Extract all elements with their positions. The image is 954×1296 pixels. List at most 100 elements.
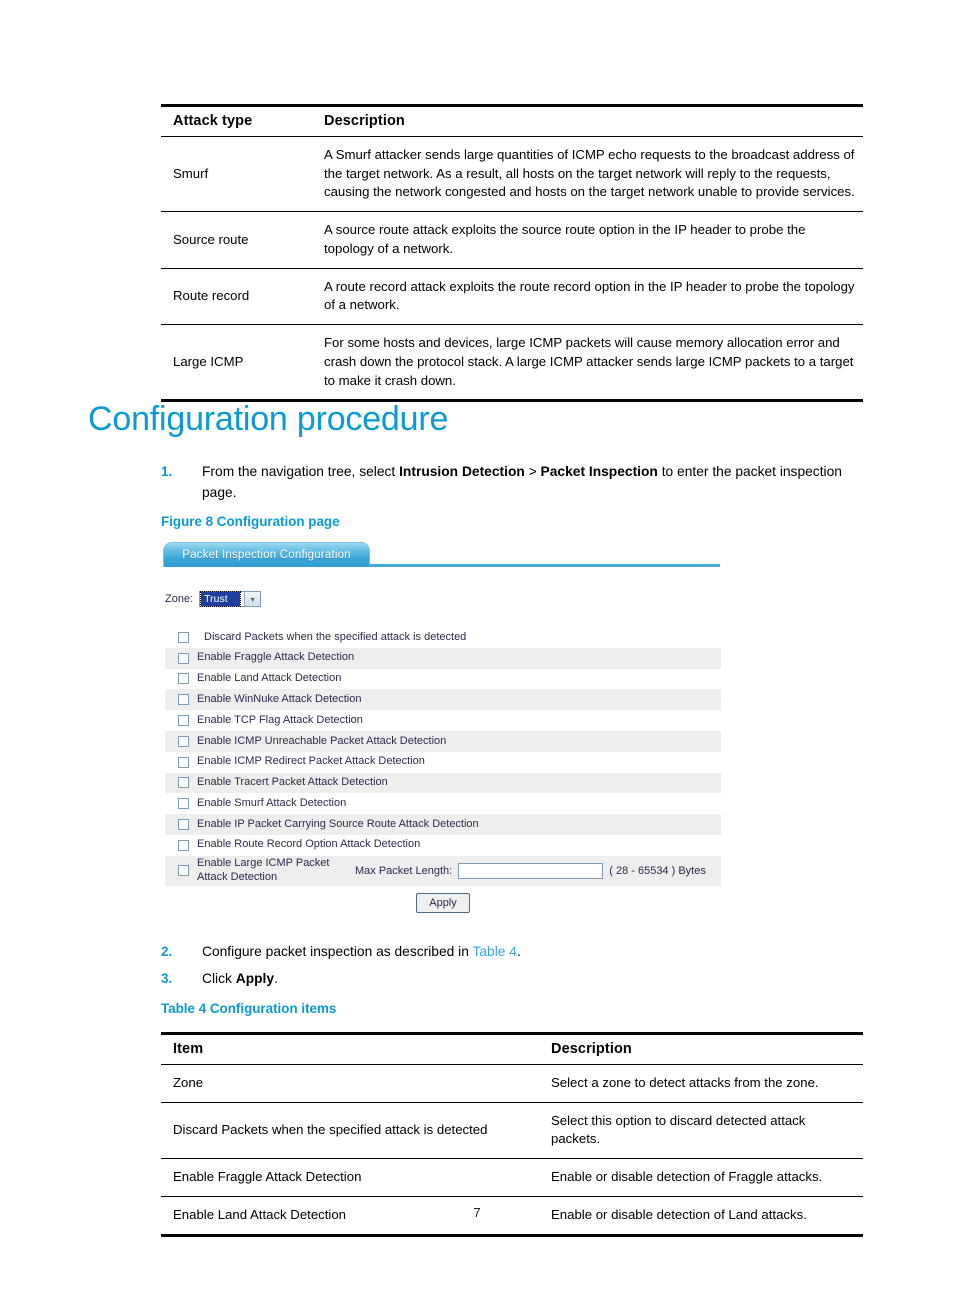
step-1-number: 1.: [161, 464, 173, 479]
cell-attack-type: Smurf: [161, 136, 312, 213]
table-row: Route record A route record attack explo…: [161, 268, 863, 326]
cell-description: A route record attack exploits the route…: [312, 268, 863, 326]
cell-attack-type: Source route: [161, 211, 312, 269]
chevron-down-icon[interactable]: ▾: [244, 592, 261, 606]
step-2-text-pre: Configure packet inspection as described…: [202, 944, 473, 959]
apply-button[interactable]: Apply: [416, 893, 470, 913]
cell-attack-type: Large ICMP: [161, 324, 312, 403]
table-caption: Table 4 Configuration items: [161, 1001, 337, 1016]
column-header-item: Item: [161, 1033, 539, 1065]
option-row-fraggle[interactable]: Enable Fraggle Attack Detection: [165, 647, 721, 669]
max-packet-length-input[interactable]: [458, 862, 604, 879]
page-title: Configuration procedure: [88, 400, 449, 438]
configuration-page-screenshot: Packet Inspection Configuration Zone: Tr…: [163, 541, 763, 921]
max-packet-length-label: Max Packet Length:: [355, 864, 453, 877]
step-1-text: From the navigation tree, select Intrusi…: [202, 462, 851, 504]
step-1-bold-packet-inspection: Packet Inspection: [540, 464, 658, 479]
table-row: Enable Fraggle Attack Detection Enable o…: [161, 1158, 863, 1197]
option-label: Enable Land Attack Detection: [197, 672, 342, 685]
step-3-text: Click Apply.: [202, 969, 851, 990]
checkbox-source-route[interactable]: [178, 819, 189, 831]
checkbox-winnuke[interactable]: [178, 694, 189, 706]
option-row-land[interactable]: Enable Land Attack Detection: [165, 669, 721, 690]
table-row: Zone Select a zone to detect attacks fro…: [161, 1064, 863, 1103]
document-page: Attack type Description Smurf A Smurf at…: [0, 0, 954, 1296]
checkbox-icmp-redirect[interactable]: [178, 756, 189, 768]
step-2: 2. Configure packet inspection as descri…: [161, 942, 851, 963]
max-packet-length-hint: ( 28 - 65534 ) Bytes: [609, 864, 706, 877]
option-row-tracert[interactable]: Enable Tracert Packet Attack Detection: [165, 772, 721, 794]
table-header-row: Item Description: [161, 1033, 863, 1065]
option-label: Enable ICMP Redirect Packet Attack Detec…: [197, 755, 425, 768]
checkbox-large-icmp[interactable]: [178, 865, 189, 877]
step-3-number: 3.: [161, 971, 173, 986]
zone-select[interactable]: Trust ▾: [199, 591, 262, 607]
attack-detection-options-list: Discard Packets when the specified attac…: [165, 627, 721, 886]
cell-item: Enable Fraggle Attack Detection: [161, 1158, 539, 1197]
checkbox-tcp-flag[interactable]: [178, 715, 189, 727]
step-1: 1. From the navigation tree, select Intr…: [161, 462, 851, 504]
checkbox-land[interactable]: [178, 673, 189, 685]
step-3-bold-apply: Apply: [235, 971, 275, 986]
step-1-text-pre: From the navigation tree, select: [202, 464, 400, 479]
checkbox-icmp-unreachable[interactable]: [178, 735, 189, 747]
option-row-route-record[interactable]: Enable Route Record Option Attack Detect…: [165, 835, 721, 856]
table-header-row: Attack type Description: [161, 105, 863, 137]
tab-underline: [371, 564, 720, 567]
option-row-large-icmp[interactable]: Enable Large ICMP Packet Attack Detectio…: [165, 855, 721, 886]
tab-packet-inspection-configuration[interactable]: Packet Inspection Configuration: [163, 542, 370, 567]
checkbox-fraggle[interactable]: [178, 652, 189, 664]
option-label: Enable Fraggle Attack Detection: [197, 651, 355, 664]
step-3-text-post: .: [274, 971, 278, 986]
step-1-bold-intrusion-detection: Intrusion Detection: [399, 464, 525, 479]
zone-row: Zone: Trust ▾: [165, 590, 262, 608]
table-row: Smurf A Smurf attacker sends large quant…: [161, 136, 863, 213]
checkbox-tracert[interactable]: [178, 777, 189, 789]
checkbox-discard-packets[interactable]: [178, 631, 189, 643]
cell-item: Discard Packets when the specified attac…: [161, 1102, 539, 1160]
option-row-winnuke[interactable]: Enable WinNuke Attack Detection: [165, 689, 721, 711]
zone-label: Zone:: [165, 593, 194, 605]
checkbox-smurf[interactable]: [178, 798, 189, 810]
option-row-icmp-unreachable[interactable]: Enable ICMP Unreachable Packet Attack De…: [165, 730, 721, 752]
option-label: Discard Packets when the specified attac…: [204, 630, 467, 643]
option-row-smurf[interactable]: Enable Smurf Attack Detection: [165, 793, 721, 814]
table-row: Discard Packets when the specified attac…: [161, 1102, 863, 1160]
column-header-description: Description: [312, 105, 863, 137]
figure-caption: Figure 8 Configuration page: [161, 514, 340, 529]
cell-description: For some hosts and devices, large ICMP p…: [312, 324, 863, 403]
cell-description: Enable or disable detection of Fraggle a…: [539, 1158, 863, 1197]
step-2-text: Configure packet inspection as described…: [202, 942, 851, 963]
table-row: Large ICMP For some hosts and devices, l…: [161, 324, 863, 403]
option-label: Enable Route Record Option Attack Detect…: [197, 838, 421, 851]
table-row: Source route A source route attack explo…: [161, 211, 863, 269]
option-label: Enable WinNuke Attack Detection: [197, 692, 362, 705]
tab-strip: Packet Inspection Configuration: [163, 541, 723, 571]
column-header-attack-type: Attack type: [161, 105, 312, 137]
option-label: Enable Large ICMP Packet Attack Detectio…: [197, 857, 330, 883]
link-table-4[interactable]: Table 4: [472, 944, 517, 959]
cell-description: A source route attack exploits the sourc…: [312, 211, 863, 269]
cell-description: Select this option to discard detected a…: [539, 1102, 863, 1160]
checkbox-route-record[interactable]: [178, 839, 189, 851]
step-3: 3. Click Apply.: [161, 969, 851, 990]
step-3-text-pre: Click: [202, 971, 236, 986]
step-2-text-post: .: [516, 944, 521, 959]
column-header-description: Description: [539, 1033, 863, 1065]
cell-attack-type: Route record: [161, 268, 312, 326]
option-row-source-route[interactable]: Enable IP Packet Carrying Source Route A…: [165, 814, 721, 835]
apply-button-row: Apply: [165, 893, 721, 913]
cell-item: Zone: [161, 1064, 539, 1103]
step-2-number: 2.: [161, 944, 173, 959]
cell-description: Select a zone to detect attacks from the…: [539, 1064, 863, 1103]
option-label: Enable Smurf Attack Detection: [197, 796, 347, 809]
option-label: Enable IP Packet Carrying Source Route A…: [197, 817, 479, 830]
option-label: Enable TCP Flag Attack Detection: [197, 713, 363, 726]
max-packet-length-group: Max Packet Length: ( 28 - 65534 ) Bytes: [355, 862, 706, 879]
option-label: Enable Tracert Packet Attack Detection: [197, 776, 388, 789]
cell-description: A Smurf attacker sends large quantities …: [312, 136, 863, 213]
option-row-tcp-flag[interactable]: Enable TCP Flag Attack Detection: [165, 710, 721, 731]
option-label: Enable ICMP Unreachable Packet Attack De…: [197, 734, 447, 747]
option-row-icmp-redirect[interactable]: Enable ICMP Redirect Packet Attack Detec…: [165, 752, 721, 773]
option-row-discard-packets[interactable]: Discard Packets when the specified attac…: [165, 627, 721, 648]
